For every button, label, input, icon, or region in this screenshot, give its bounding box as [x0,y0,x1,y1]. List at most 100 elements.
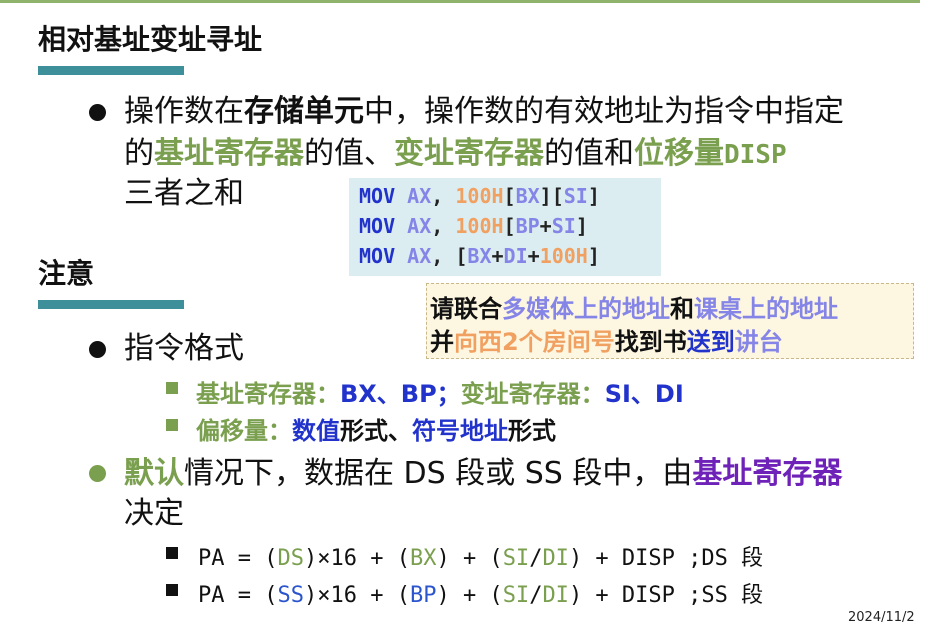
text-span: ) + ( [436,583,503,608]
text-span: 送到 [686,328,735,356]
text-span: ) + DISP ;DS 段 [568,546,764,571]
text-span: SI [502,583,530,608]
note-line-2: 并向西2个房间号找到书送到讲台 [430,322,783,357]
code-line-1: MOV AX, 100H[BX][SI] [359,184,600,208]
text-span: BP [515,214,540,238]
text-span: PA = ( [198,583,278,608]
notice-underline [38,300,184,309]
text-span: AX [407,214,432,238]
text-span: 基址寄存器 [154,136,304,171]
text-span: 的 [124,136,154,171]
text-span: 的值和 [544,136,634,171]
text-span: 位移量 [634,136,724,171]
text-span: 向西2个房间号 [454,328,615,356]
text-span: DISP [724,140,787,170]
text-span: 100H [539,244,588,268]
text-span: 形式 [508,417,556,445]
text-span: )×16 + ( [303,583,410,608]
text-span: ) + DISP ;SS 段 [568,583,764,608]
text-span: 课桌上的地址 [694,295,838,323]
offset-rule-line: 偏移量：数值形式、符号地址形式 [196,411,556,446]
bullet-dot [89,104,106,121]
text-span: BX、BP； [340,380,461,408]
text-span: MOV [359,214,396,238]
text-span: 数值 [292,417,340,445]
text-span: ] [587,184,600,208]
text-span: , [431,244,444,268]
text-span: DI [542,546,569,571]
text-span: BX [409,546,437,571]
text-span: 默认 [124,456,184,491]
square-bullet [166,419,178,431]
text-span: 多媒体上的地址 [502,295,670,323]
text-span: SS [277,583,304,608]
text-span: SI [502,546,530,571]
code-example-box: MOV AX, 100H[BX][SI] MOV AX, 100H[BP+SI]… [349,178,661,276]
note-line-1: 请联合多媒体上的地址和课桌上的地址 [430,289,838,324]
title-underline [38,66,184,75]
text-span: / [529,546,543,571]
text-span: 操作数在 [124,94,244,129]
bullet-dot [89,465,106,482]
text-span: BX [515,184,540,208]
text-span: )×16 + ( [303,546,410,571]
text-span: ) + ( [436,546,503,571]
text-span: , [431,184,444,208]
text-span: 并 [430,328,454,356]
text-span: 基址寄存器： [196,380,340,408]
text-span: + [491,244,504,268]
text-span: 偏移量： [196,417,292,445]
text-span: DS [277,546,304,571]
register-rule-line: 基址寄存器：BX、BP；变址寄存器：SI、DI [196,374,684,409]
text-span: DI [542,583,569,608]
square-bullet [166,584,178,596]
text-span: BP [409,583,437,608]
text-span: / [529,583,543,608]
bullet-dot [89,341,106,358]
text-span: [ [455,244,468,268]
text-span: ][ [539,184,564,208]
text-span: 100H [455,184,504,208]
format-heading: 指令格式 [124,331,244,366]
text-span: 的值、 [304,136,394,171]
text-span: ] [575,214,588,238]
notice-title: 注意 [38,257,95,290]
text-span: BX [467,244,492,268]
definition-line-1: 操作数在存储单元中，操作数的有效地址为指令中指定 [124,93,844,131]
text-span: [ [503,214,516,238]
text-span: MOV [359,184,396,208]
formula-ds: PA = (DS)×16 + (BX) + (SI/DI) + DISP ;DS… [198,540,763,572]
text-span: 讲台 [734,328,783,356]
text-span: DI [503,244,528,268]
text-span: 中，操作数的有效地址为指令中指定 [364,94,844,129]
code-line-3: MOV AX, [BX+DI+100H] [359,244,600,268]
text-span: 形式、 [340,417,412,445]
text-span: 变址寄存器： [460,380,605,408]
text-span: AX [407,184,432,208]
section-title: 相对基址变址寻址 [38,23,263,56]
text-span: 情况下，数据在 DS 段或 SS 段中，由 [184,456,693,491]
text-span: SI、DI [604,380,684,408]
text-span: , [431,214,444,238]
text-span: 存储单元 [244,94,364,129]
text-span: 100H [455,214,504,238]
text-span: + [539,214,552,238]
text-span: MOV [359,244,396,268]
analogy-note-box: 请联合多媒体上的地址和课桌上的地址 并向西2个房间号找到书送到讲台 [426,283,914,359]
text-span: 基址寄存器 [692,456,843,491]
text-span: 变址寄存器 [394,136,544,171]
formula-ss: PA = (SS)×16 + (BP) + (SI/DI) + DISP ;SS… [198,577,763,609]
definition-line-2: 的基址寄存器的值、变址寄存器的值和位移量DISP [124,135,787,174]
definition-line-3: 三者之和 [124,176,244,211]
text-span: + [527,244,540,268]
text-span: [ [503,184,516,208]
top-rule [0,0,920,3]
text-span: AX [407,244,432,268]
square-bullet [166,547,178,559]
text-span: 找到书 [614,328,687,356]
text-span: SI [551,214,576,238]
code-line-2: MOV AX, 100H[BP+SI] [359,214,588,238]
text-span: SI [563,184,588,208]
slide-date: 2024/11/2 [848,610,915,625]
text-span: 符号地址 [412,417,508,445]
